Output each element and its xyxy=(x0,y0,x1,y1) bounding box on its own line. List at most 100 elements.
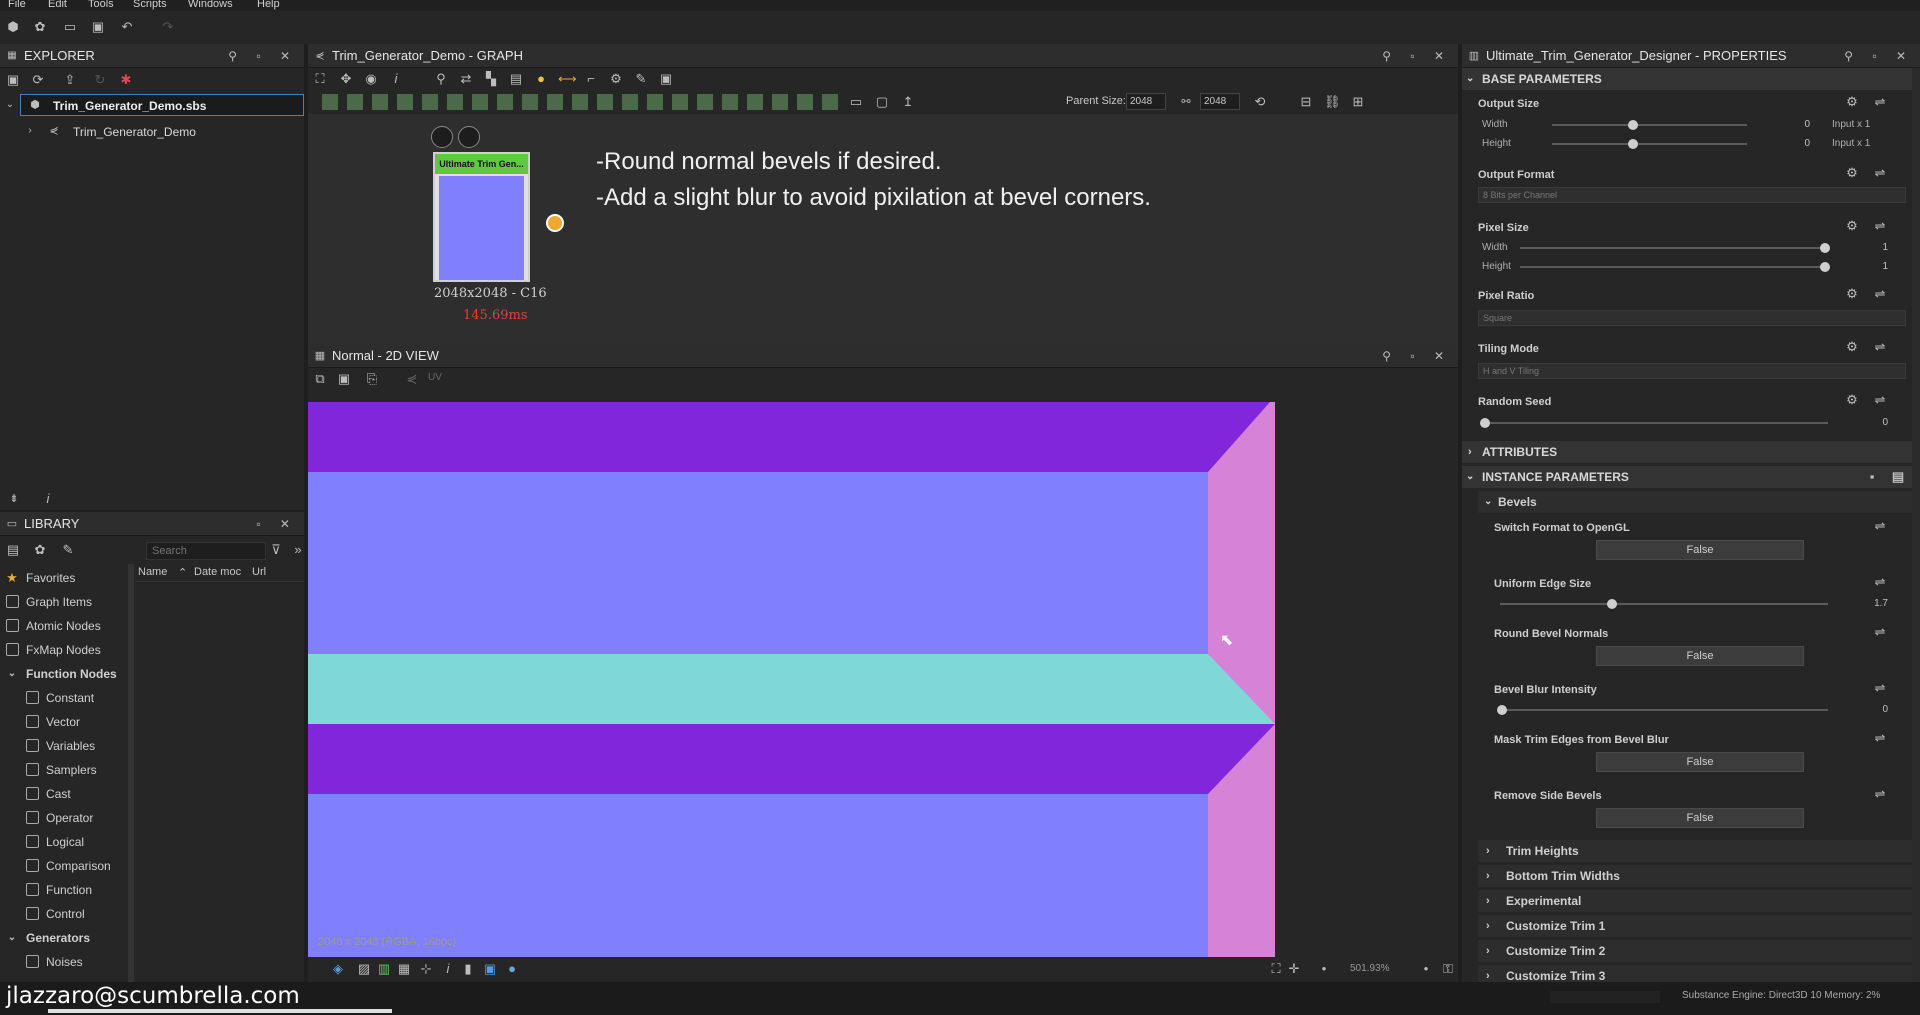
undo-icon[interactable]: ↶ xyxy=(119,19,135,35)
col-date[interactable]: Date moc xyxy=(194,566,241,578)
pixel-width-slider[interactable] xyxy=(1520,247,1828,249)
info-icon[interactable]: i xyxy=(40,491,56,507)
function-param-icon[interactable]: ⇌ xyxy=(1872,165,1888,181)
redo-icon[interactable]: ↷ xyxy=(160,19,176,35)
histogram-icon[interactable]: ▮ xyxy=(460,961,476,977)
reload-icon[interactable]: ↻ xyxy=(92,72,108,88)
library-search-input[interactable] xyxy=(146,542,266,560)
output-width-knob[interactable] xyxy=(1628,120,1638,130)
random-seed-value[interactable]: 0 xyxy=(1868,417,1888,428)
new-item-icon[interactable]: ✿ xyxy=(32,542,48,558)
function-param-icon[interactable]: ⇌ xyxy=(1872,680,1888,696)
link-param-icon[interactable]: ⚙ xyxy=(1844,165,1860,181)
link-icon[interactable]: ⚯ xyxy=(1178,94,1194,110)
function-param-icon[interactable]: ⇌ xyxy=(1872,624,1888,640)
menu-tools[interactable]: Tools xyxy=(88,0,114,10)
lib-noises[interactable]: Noises xyxy=(0,950,128,974)
mask-trim-toggle[interactable]: False xyxy=(1596,752,1804,772)
save-icon[interactable]: ▣ xyxy=(90,19,106,35)
function-param-icon[interactable]: ⇌ xyxy=(1872,574,1888,590)
function-param-icon[interactable]: ⇌ xyxy=(1872,286,1888,302)
col-url[interactable]: Url xyxy=(252,566,266,578)
publish-icon[interactable]: ⇪ xyxy=(62,72,78,88)
uv-dropdown[interactable]: UV xyxy=(428,372,442,383)
output-height-value[interactable]: 0 xyxy=(1790,138,1810,149)
tile-icon[interactable]: ⊹ xyxy=(418,961,434,977)
output-height-slider[interactable] xyxy=(1552,143,1747,145)
lib-operator[interactable]: Operator xyxy=(0,806,128,830)
uv-icon[interactable]: ⋞ xyxy=(404,371,420,387)
pixel-height-knob[interactable] xyxy=(1820,262,1830,272)
lib-graph-items[interactable]: Graph Items xyxy=(0,590,128,614)
experimental-group[interactable]: › Experimental xyxy=(1478,890,1912,912)
node-output-port[interactable] xyxy=(546,214,564,232)
function-param-icon[interactable]: ⇌ xyxy=(1872,786,1888,802)
bevel-blur-knob[interactable] xyxy=(1497,705,1507,715)
table-icon[interactable]: ▤ xyxy=(508,71,524,87)
library-splitter[interactable] xyxy=(128,564,134,990)
lib-generators[interactable]: ⌄ Generators xyxy=(0,926,128,950)
info-icon[interactable]: i xyxy=(388,71,404,87)
output-height-knob[interactable] xyxy=(1628,139,1638,149)
base-parameters-section[interactable]: ⌄ BASE PARAMETERS xyxy=(1462,68,1912,90)
tiling-mode-dropdown[interactable]: H and V Tiling xyxy=(1478,363,1906,379)
open-folder-icon[interactable]: ▭ xyxy=(62,19,78,35)
output-format-dropdown[interactable]: 8 Bits per Channel xyxy=(1478,187,1906,203)
remove-side-toggle[interactable]: False xyxy=(1596,808,1804,828)
tool-icon[interactable]: ✎ xyxy=(633,71,649,87)
function-param-icon[interactable]: ⇌ xyxy=(1872,730,1888,746)
frame-icon[interactable]: ⛶ xyxy=(312,71,328,87)
graph-canvas[interactable]: Ultimate Trim Gen... 2048x2048 - C16 145… xyxy=(308,114,1458,344)
lib-function[interactable]: Function xyxy=(0,878,128,902)
menu-scripts[interactable]: Scripts xyxy=(133,0,167,10)
lib-logical[interactable]: Logical xyxy=(0,830,128,854)
function-param-icon[interactable]: ⇌ xyxy=(1872,518,1888,534)
add-folder-icon[interactable]: ▤ xyxy=(5,542,21,558)
panel-controls[interactable]: ⚲ ▫ ✕ xyxy=(1382,344,1452,368)
copy-icon[interactable]: ⎘ xyxy=(364,371,380,387)
hierarchy-icon[interactable]: ⇟ xyxy=(6,491,22,507)
link-param-icon[interactable]: ⚙ xyxy=(1844,218,1860,234)
chevron-down-icon[interactable]: ⌄ xyxy=(2,97,18,113)
link-param-icon[interactable]: ⚙ xyxy=(1844,286,1860,302)
attributes-section[interactable]: › ATTRIBUTES xyxy=(1462,441,1912,463)
random-seed-knob[interactable] xyxy=(1480,418,1490,428)
display-icon[interactable]: ▣ xyxy=(482,961,498,977)
edit-icon[interactable]: ✎ xyxy=(60,542,76,558)
view2d-canvas[interactable]: 2048 x 2048 (RGBA, 16bpc) ⬉ xyxy=(308,402,1458,957)
gear-icon[interactable]: ⚙ xyxy=(608,71,624,87)
menu-windows[interactable]: Windows xyxy=(188,0,233,10)
bevel-blur-slider[interactable] xyxy=(1500,709,1828,711)
dependency-icon[interactable]: ⛓ xyxy=(1324,94,1341,110)
camera-icon[interactable]: ◉ xyxy=(363,71,379,87)
function-param-icon[interactable]: ⇌ xyxy=(1872,339,1888,355)
layers-icon[interactable]: ◈ xyxy=(330,961,346,977)
save-icon[interactable]: ▣ xyxy=(5,72,21,88)
lib-fxmap-nodes[interactable]: FxMap Nodes xyxy=(0,638,128,662)
panel-controls[interactable]: ⚲ ▫ ✕ xyxy=(1844,44,1914,68)
menu-edit[interactable]: Edit xyxy=(48,0,67,10)
lib-favorites[interactable]: ★ Favorites xyxy=(0,566,128,590)
random-seed-slider[interactable] xyxy=(1484,422,1828,424)
sphere-icon[interactable]: ● xyxy=(504,961,520,977)
connect-icon[interactable]: ⟷ xyxy=(558,71,577,87)
split-icon[interactable]: ⊟ xyxy=(1298,94,1314,110)
frame-node-icon[interactable]: ▢ xyxy=(874,94,890,110)
customize-trim-1-group[interactable]: › Customize Trim 1 xyxy=(1478,915,1912,937)
lock-icon[interactable]: ⚿ xyxy=(1440,961,1456,977)
customize-trim-2-group[interactable]: › Customize Trim 2 xyxy=(1478,940,1912,962)
lib-function-nodes[interactable]: ⌄ Function Nodes xyxy=(0,662,128,686)
bevels-group[interactable]: ⌄ Bevels xyxy=(1478,491,1912,513)
menu-file[interactable]: File xyxy=(8,0,26,10)
pin-icon[interactable]: ↥ xyxy=(900,94,916,110)
explorer-graph-item[interactable]: Trim_Generator_Demo xyxy=(73,125,196,139)
panel-controls[interactable]: ⚲ ▫ ✕ xyxy=(228,44,298,68)
menu-help[interactable]: Help xyxy=(257,0,280,10)
node-doc-icon[interactable] xyxy=(431,126,453,148)
output-width-slider[interactable] xyxy=(1552,124,1747,126)
col-name[interactable]: Name xyxy=(138,566,167,578)
grid-icon[interactable]: ▦ xyxy=(396,961,412,977)
python-icon[interactable]: ● xyxy=(533,71,549,87)
refresh-icon[interactable]: ⟳ xyxy=(30,72,46,88)
zoom-level[interactable]: 501.93% xyxy=(1350,963,1389,974)
